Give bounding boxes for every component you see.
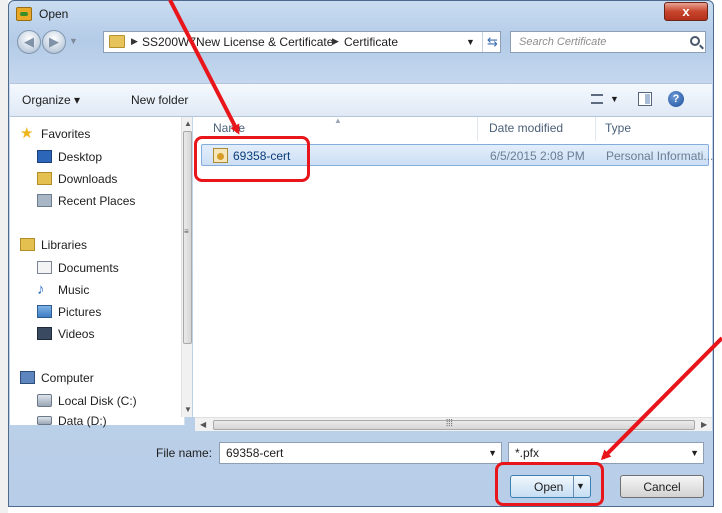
organize-button[interactable]: Organize ▾	[22, 93, 80, 107]
sidebar-item-recent-places[interactable]: Recent Places	[58, 194, 135, 208]
file-type-filter-value: *.pfx	[515, 446, 540, 460]
scroll-right-icon[interactable]: ▶	[701, 420, 707, 429]
column-header-name[interactable]: Name	[213, 121, 245, 135]
app-icon	[16, 7, 32, 21]
documents-icon	[37, 261, 52, 274]
sidebar-item-music[interactable]: Music	[58, 283, 89, 297]
forward-arrow-icon: ▶	[49, 34, 59, 49]
horizontal-scrollbar[interactable]: ◀ ⦙⦙⦙ ▶	[195, 417, 712, 431]
background-edge	[0, 0, 8, 513]
sidebar-item-pictures[interactable]: Pictures	[58, 305, 101, 319]
sort-ascending-icon: ▲	[334, 116, 342, 125]
sidebar-item-documents[interactable]: Documents	[58, 261, 119, 275]
breadcrumb-chevron-icon[interactable]: ▶	[131, 36, 138, 47]
sidebar-item-downloads[interactable]: Downloads	[58, 172, 117, 186]
preview-pane-icon[interactable]	[638, 92, 652, 106]
breadcrumb-item[interactable]: Certificate	[344, 35, 398, 49]
back-arrow-icon: ◀	[24, 34, 34, 49]
scroll-down-icon[interactable]: ▼	[184, 405, 192, 414]
back-button[interactable]: ◀	[17, 30, 41, 54]
open-file-dialog: Open x ◀ ▶ ▼ ▶ SS200W7New License & Cert…	[8, 0, 714, 507]
history-dropdown-icon[interactable]: ▼	[69, 36, 78, 46]
search-box[interactable]: Search Certificate	[510, 31, 706, 53]
new-folder-button[interactable]: New folder	[131, 93, 188, 107]
refresh-button[interactable]: ⇆	[482, 32, 502, 52]
close-button[interactable]: x	[664, 2, 708, 21]
scrollbar-grip-icon: ≡	[184, 227, 189, 236]
command-toolbar: Organize ▾ New folder ▼ ?	[10, 83, 712, 117]
scroll-up-icon[interactable]: ▲	[184, 119, 192, 128]
column-divider[interactable]	[477, 117, 478, 141]
recent-places-icon	[37, 194, 52, 207]
file-type-filter[interactable]: *.pfx ▼	[508, 442, 704, 464]
computer-icon	[20, 371, 35, 384]
cancel-button-label: Cancel	[643, 480, 681, 494]
forward-button[interactable]: ▶	[42, 30, 66, 54]
cancel-button[interactable]: Cancel	[620, 475, 704, 498]
help-icon[interactable]: ?	[668, 91, 684, 107]
address-dropdown-icon[interactable]: ▼	[466, 37, 475, 47]
scrollbar-thumb[interactable]	[183, 131, 192, 344]
favorites-star-icon: ★	[20, 125, 34, 142]
music-icon: ♪	[37, 281, 45, 298]
window-title: Open	[39, 7, 69, 21]
scrollbar-grip-icon: ⦙⦙⦙	[446, 418, 453, 429]
address-bar[interactable]: ▶ SS200W7New License & Certificate ▶ Cer…	[103, 31, 501, 53]
file-name-dropdown-icon[interactable]: ▼	[488, 448, 497, 458]
pictures-icon	[37, 305, 52, 318]
horizontal-scrollbar-thumb[interactable]: ⦙⦙⦙	[213, 418, 695, 430]
sidebar-item-local-disk[interactable]: Local Disk (C:)	[58, 394, 137, 408]
search-placeholder: Search Certificate	[519, 36, 607, 48]
column-header-type[interactable]: Type	[605, 121, 631, 135]
data-disk-icon	[37, 416, 52, 425]
videos-icon	[37, 327, 52, 340]
sidebar-item-desktop[interactable]: Desktop	[58, 150, 102, 164]
file-name-input[interactable]: 69358-cert ▼	[219, 442, 502, 464]
scroll-left-icon[interactable]: ◀	[200, 420, 206, 429]
file-type-dropdown-icon[interactable]: ▼	[690, 448, 699, 458]
file-name-label: File name:	[156, 446, 213, 460]
sidebar-item-favorites[interactable]: Favorites	[41, 127, 90, 141]
breadcrumb-chevron-icon[interactable]: ▶	[332, 36, 339, 47]
file-type-cell: Personal Informati...	[606, 149, 714, 163]
desktop-icon	[37, 150, 52, 163]
file-name-value: 69358-cert	[226, 446, 284, 460]
change-view-icon[interactable]	[591, 94, 603, 104]
navigation-scrollbar[interactable]: ▲ ≡ ▼	[181, 117, 192, 417]
sidebar-item-libraries[interactable]: Libraries	[41, 238, 87, 252]
column-header-date-modified[interactable]: Date modified	[489, 121, 563, 135]
refresh-icon: ⇆	[487, 34, 498, 49]
sidebar-item-computer[interactable]: Computer	[41, 371, 94, 385]
sidebar-item-data-disk[interactable]: Data (D:)	[58, 414, 107, 428]
libraries-icon	[20, 238, 35, 251]
column-divider[interactable]	[595, 117, 596, 141]
view-dropdown-icon[interactable]: ▼	[610, 94, 619, 104]
file-date-cell: 6/5/2015 2:08 PM	[490, 149, 585, 163]
highlight-file-callout	[194, 136, 310, 182]
highlight-open-callout	[495, 462, 604, 506]
breadcrumb-item[interactable]: SS200W7New License & Certificate	[142, 35, 333, 49]
navigation-row: ◀ ▶ ▼ ▶ SS200W7New License & Certificate…	[15, 30, 707, 56]
title-bar: Open x	[9, 1, 713, 27]
local-disk-icon	[37, 394, 52, 407]
downloads-icon	[37, 172, 52, 185]
search-icon[interactable]	[690, 36, 700, 46]
navigation-pane: ★ Favorites Desktop Downloads Recent Pla…	[10, 117, 185, 428]
dialog-footer: File name: 69358-cert ▼ *.pfx ▼ Open ▼ C…	[10, 431, 712, 507]
sidebar-item-videos[interactable]: Videos	[58, 327, 94, 341]
folder-icon	[109, 35, 125, 48]
